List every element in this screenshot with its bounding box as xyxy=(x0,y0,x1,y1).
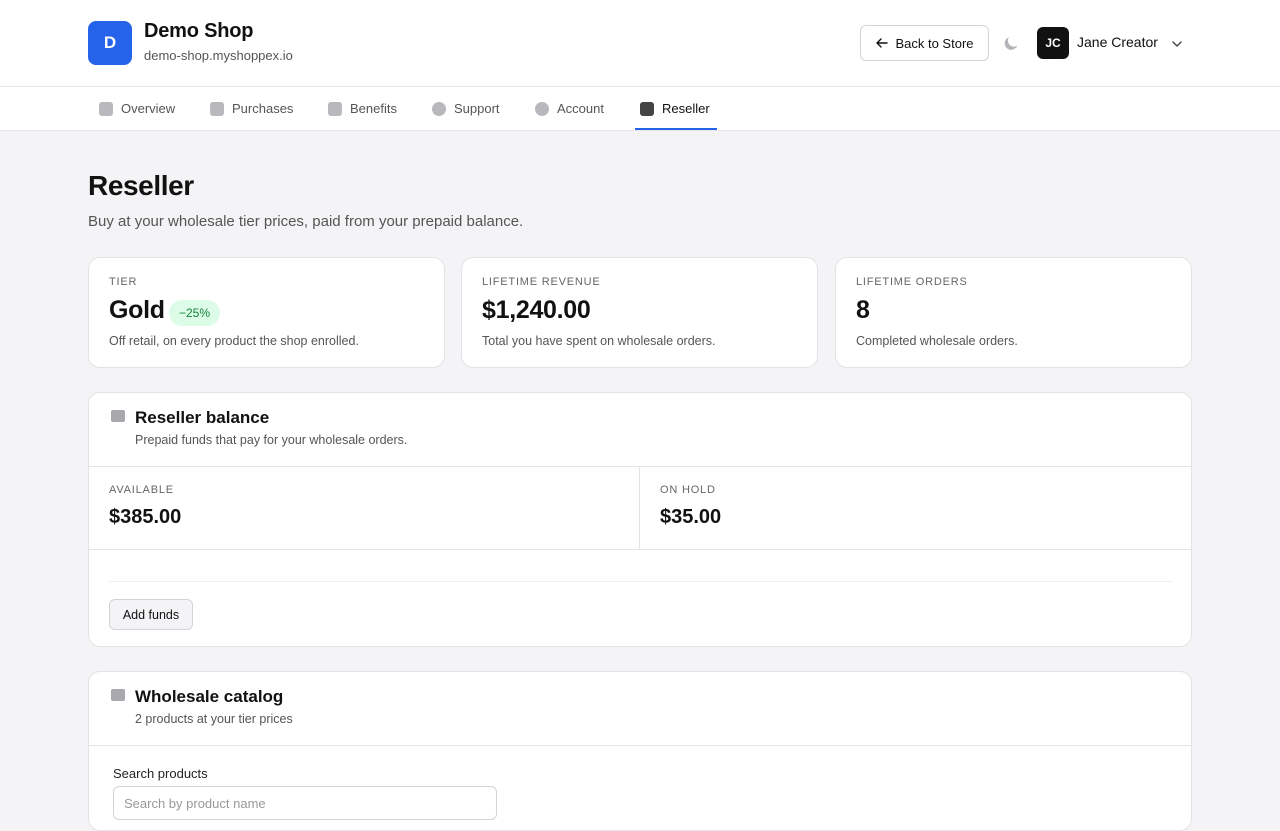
tier-description: Off retail, on every product the shop en… xyxy=(109,334,359,348)
divider xyxy=(89,745,1191,746)
add-funds-button[interactable]: Add funds xyxy=(109,599,193,630)
tier-value: Gold xyxy=(109,296,165,324)
tab-bar: Overview Purchases Benefits Support Acco… xyxy=(0,87,1280,131)
shop-domain: demo-shop.myshoppex.io xyxy=(144,48,293,63)
tab-overview[interactable]: Overview xyxy=(99,87,175,130)
available-value: $385.00 xyxy=(109,506,182,528)
orders-description: Completed wholesale orders. xyxy=(856,334,1018,348)
available-label: AVAILABLE xyxy=(109,484,174,496)
revenue-label: LIFETIME REVENUE xyxy=(482,276,601,288)
revenue-value: $1,240.00 xyxy=(482,296,591,324)
tab-label: Account xyxy=(557,101,604,116)
lifetime-revenue-card: LIFETIME REVENUE $1,240.00 Total you hav… xyxy=(461,257,818,368)
discount-badge: −25% xyxy=(169,300,221,326)
back-to-store-button[interactable]: Back to Store xyxy=(860,25,989,61)
avatar[interactable]: JC xyxy=(1037,27,1069,59)
page-subtitle: Buy at your wholesale tier prices, paid … xyxy=(88,213,524,230)
wholesale-catalog-card: Wholesale catalog 2 products at your tie… xyxy=(88,671,1192,831)
divider xyxy=(89,549,1191,550)
catalog-subtitle: 2 products at your tier prices xyxy=(135,712,293,726)
balance-title: Reseller balance xyxy=(135,408,270,427)
tab-purchases[interactable]: Purchases xyxy=(210,87,293,130)
moon-icon[interactable] xyxy=(1002,34,1020,52)
tab-reseller[interactable]: Reseller xyxy=(640,87,710,130)
tab-account[interactable]: Account xyxy=(535,87,604,130)
tab-label: Support xyxy=(454,101,500,116)
page-title: Reseller xyxy=(88,170,194,201)
search-label: Search products xyxy=(113,766,208,781)
on-hold-balance: ON HOLD $35.00 xyxy=(640,466,1191,549)
tab-benefits[interactable]: Benefits xyxy=(328,87,397,130)
chevron-down-icon[interactable] xyxy=(1170,37,1184,51)
tab-label: Overview xyxy=(121,101,176,116)
divider xyxy=(109,581,1173,582)
on-hold-label: ON HOLD xyxy=(660,484,716,496)
back-to-store-label: Back to Store xyxy=(895,35,974,51)
gift-icon xyxy=(328,101,342,116)
arrow-left-icon xyxy=(876,38,889,48)
bag-icon xyxy=(210,101,224,116)
box-icon xyxy=(111,689,125,701)
catalog-title: Wholesale catalog xyxy=(135,687,284,706)
user-icon xyxy=(535,101,549,116)
tier-card: TIER Gold −25% Off retail, on every prod… xyxy=(88,257,445,368)
revenue-description: Total you have spent on wholesale orders… xyxy=(482,334,716,348)
reseller-balance-card: Reseller balance Prepaid funds that pay … xyxy=(88,392,1192,647)
available-balance: AVAILABLE $385.00 xyxy=(89,466,640,549)
top-header: D Demo Shop demo-shop.myshoppex.io Back … xyxy=(0,0,1280,87)
user-name[interactable]: Jane Creator xyxy=(1077,34,1158,50)
orders-label: LIFETIME ORDERS xyxy=(856,276,968,288)
orders-value: 8 xyxy=(856,296,870,324)
home-icon xyxy=(99,101,113,116)
tab-label: Reseller xyxy=(662,101,710,116)
search-input[interactable]: Search by product name xyxy=(113,786,497,820)
shop-logo[interactable]: D xyxy=(88,21,132,65)
shop-name: Demo Shop xyxy=(144,20,254,42)
tier-label: TIER xyxy=(109,276,138,288)
balance-subtitle: Prepaid funds that pay for your wholesal… xyxy=(135,433,408,447)
reseller-icon xyxy=(640,101,654,116)
wallet-icon xyxy=(111,410,125,422)
active-tab-indicator xyxy=(635,128,717,130)
on-hold-value: $35.00 xyxy=(660,506,722,528)
lifetime-orders-card: LIFETIME ORDERS 8 Completed wholesale or… xyxy=(835,257,1192,368)
tab-label: Purchases xyxy=(232,101,294,116)
tab-support[interactable]: Support xyxy=(432,87,500,130)
chat-icon xyxy=(432,101,446,116)
tab-label: Benefits xyxy=(350,101,397,116)
